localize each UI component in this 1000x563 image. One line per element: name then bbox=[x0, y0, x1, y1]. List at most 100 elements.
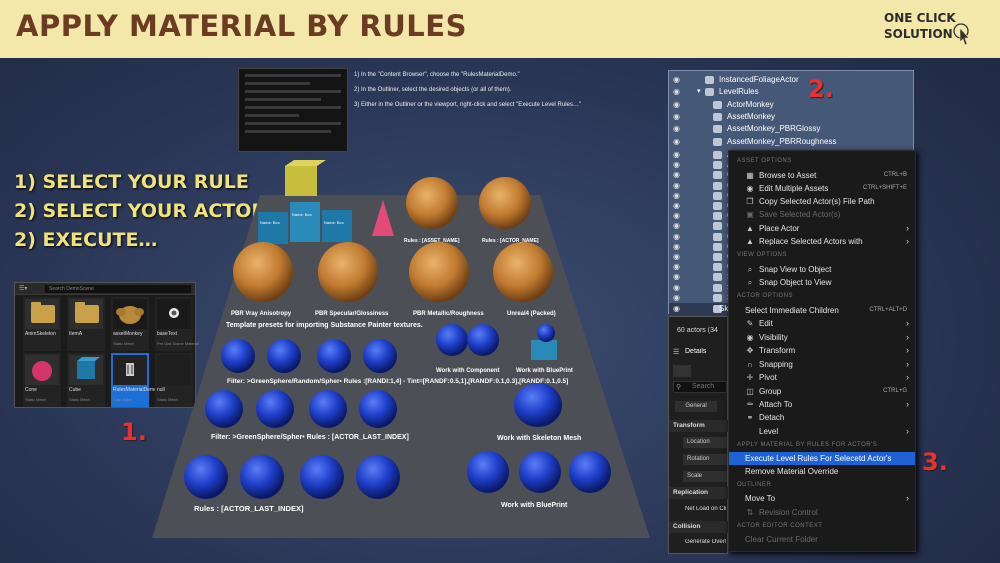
menu-visibility[interactable]: ◉ Visibility › bbox=[729, 331, 915, 344]
menu-edit-multiple-assets[interactable]: ◉ Edit Multiple Assets CTRL+SHIFT+E bbox=[729, 182, 915, 195]
asset-type: Data Table bbox=[113, 397, 133, 402]
outliner-row-label: Sk bbox=[719, 304, 729, 313]
menu-detach[interactable]: ⚭ Detach bbox=[729, 411, 915, 424]
outliner-row-label: LevelRules bbox=[719, 87, 759, 96]
snap-icon: ⌕ bbox=[747, 278, 753, 287]
collision-header[interactable]: Collision bbox=[673, 523, 733, 530]
menu-label: Visibility bbox=[759, 333, 788, 342]
asset-name: assetMonkey bbox=[113, 331, 143, 337]
cone-pink bbox=[372, 200, 394, 236]
rotation-dropdown[interactable]: Rotation bbox=[683, 454, 727, 465]
menu-place-actor[interactable]: ▲ Place Actor › bbox=[729, 222, 915, 235]
work-blueprint-bottom-label: Work with BluePrint bbox=[501, 502, 568, 509]
menu-snap-object-to-view[interactable]: ⌕ Snap Object to View bbox=[729, 276, 915, 289]
filter-random-label: Filter: >GreenSphere/Random/Spher• Rules… bbox=[227, 378, 569, 385]
outliner-row-assetmonkey-pbrglossy[interactable]: ◉ AssetMonkey_PBRGlossy bbox=[669, 123, 915, 135]
location-dropdown[interactable]: Location bbox=[683, 437, 727, 448]
save-icon: ▣ bbox=[746, 210, 754, 219]
section-actor-editor-context: ACTOR EDITOR CONTEXT bbox=[737, 523, 823, 529]
sphere-blue bbox=[309, 390, 347, 428]
outliner-row-instancedfoliageactor[interactable]: ◉ InstancedFoliageActor bbox=[669, 74, 915, 86]
step-1: 1) SELECT YOUR RULE bbox=[14, 171, 249, 193]
menu-attach-to[interactable]: ⚰ Attach To › bbox=[729, 398, 915, 411]
mesh-actor-icon bbox=[713, 125, 722, 133]
visibility-eye-icon[interactable]: ◉ bbox=[673, 99, 680, 111]
visibility-eye-icon[interactable]: ◉ bbox=[673, 136, 680, 148]
instruction-3: 3) Either in the Outliner or the viewpor… bbox=[354, 102, 582, 108]
datatable-thumb bbox=[113, 355, 147, 385]
mesh-actor-icon bbox=[713, 181, 722, 190]
cone-shape-icon bbox=[32, 361, 52, 381]
menu-replace-actors[interactable]: ▲ Replace Selected Actors with › bbox=[729, 235, 915, 248]
content-browser-toolbar: ☰▾ Search DemoScene bbox=[15, 283, 195, 295]
menu-execute-level-rules[interactable]: Execute Level Rules For Selecetd Actor's bbox=[729, 452, 915, 465]
menu-select-immediate-children[interactable]: Select Immediate Children CTRL+ALT+D bbox=[729, 304, 915, 317]
menu-label: Detach bbox=[759, 413, 785, 422]
work-blueprint-label: Work with BluePrint bbox=[516, 368, 573, 374]
outliner-row-levelrules[interactable]: ◉ ▾ LevelRules bbox=[669, 86, 915, 98]
replication-header[interactable]: Replication bbox=[673, 489, 733, 496]
menu-browse-to-asset[interactable]: ▦ Browse to Asset CTRL+B bbox=[729, 169, 915, 182]
sphere-blue bbox=[256, 390, 294, 428]
menu-edit[interactable]: ✎ Edit › bbox=[729, 317, 915, 330]
asset-tile-null[interactable]: null Static Mesh bbox=[155, 353, 193, 407]
menu-label: Pivot bbox=[759, 373, 777, 382]
copy-icon: ❐ bbox=[746, 197, 754, 206]
step-marker-2: 2. bbox=[808, 75, 834, 103]
asset-tile-animskeleton[interactable]: AnimSkeleton bbox=[23, 297, 61, 351]
mesh-actor-icon bbox=[713, 191, 722, 200]
sphere-blue bbox=[317, 339, 351, 373]
title-banner: APPLY MATERIAL BY RULES ONE CLICK SOLUTI… bbox=[0, 0, 1000, 58]
scale-dropdown[interactable]: Scale bbox=[683, 471, 727, 482]
outliner-row-assetmonkey-pbrroughness[interactable]: ◉ AssetMonkey_PBRRoughness bbox=[669, 136, 915, 148]
asset-tile-rulesmaterialdemo[interactable]: RulesMaterialDemo Data Table bbox=[111, 353, 157, 407]
chevron-right-icon: › bbox=[906, 399, 909, 409]
menu-pivot[interactable]: ✛ Pivot › bbox=[729, 371, 915, 384]
details-icon: ☰ bbox=[673, 349, 680, 356]
section-outliner: OUTLINER bbox=[737, 482, 772, 488]
section-asset-options: ASSET OPTIONS bbox=[737, 158, 792, 164]
filter-icon[interactable]: ☰▾ bbox=[19, 285, 27, 292]
box-label: Name: Box bbox=[260, 220, 280, 225]
asset-tile-assetmonkey[interactable]: assetMonkey Static Mesh bbox=[111, 297, 149, 351]
menu-transform[interactable]: ✥ Transform › bbox=[729, 344, 915, 357]
menu-snap-view-to-object[interactable]: ⌕ Snap View to Object bbox=[729, 263, 915, 276]
outliner-row-assetmonkey[interactable]: ◉ AssetMonkey bbox=[669, 111, 915, 123]
visibility-eye-icon[interactable]: ◉ bbox=[673, 292, 680, 304]
chevron-right-icon: › bbox=[906, 318, 909, 328]
general-tab[interactable]: General bbox=[675, 401, 717, 412]
menu-copy-file-path[interactable]: ❐ Copy Selected Actor(s) File Path bbox=[729, 195, 915, 208]
details-search-input[interactable]: ⚲ Search bbox=[673, 381, 727, 393]
outliner-row-actormonkey[interactable]: ◉ ActorMonkey bbox=[669, 99, 915, 111]
asset-tile-basetext[interactable]: baseText Pre Dist Scene Material bbox=[155, 297, 199, 351]
visibility-eye-icon[interactable]: ◉ bbox=[673, 303, 680, 315]
outliner-row-label: ActorMonkey bbox=[727, 100, 774, 109]
visibility-eye-icon[interactable]: ◉ bbox=[673, 74, 680, 86]
outliner-row-label: AssetMonkey_PBRGlossy bbox=[727, 124, 821, 133]
magnet-icon: ∩ bbox=[747, 360, 753, 369]
menu-group[interactable]: ◫ Group CTRL+G bbox=[729, 385, 915, 398]
menu-remove-material-override[interactable]: Remove Material Override bbox=[729, 465, 915, 478]
asset-tile-cube[interactable]: Cube Static Mesh bbox=[67, 353, 105, 407]
menu-label: Revision Control bbox=[759, 508, 818, 517]
sphere-blue bbox=[467, 324, 499, 356]
mesh-actor-icon bbox=[713, 151, 722, 159]
asset-tile-cone[interactable]: Cone Static Mesh bbox=[23, 353, 61, 407]
visibility-eye-icon[interactable]: ◉ bbox=[673, 123, 680, 135]
mesh-actor-icon bbox=[713, 263, 722, 272]
sphere-blue bbox=[363, 339, 397, 373]
sphere-blue bbox=[436, 324, 468, 356]
menu-level[interactable]: Level › bbox=[729, 425, 915, 438]
visibility-eye-icon[interactable]: ◉ bbox=[673, 86, 680, 98]
asset-tile-itema[interactable]: ItemA bbox=[67, 297, 105, 351]
asset-type: Pre Dist Scene Material bbox=[157, 341, 200, 346]
content-browser-search-input[interactable]: Search DemoScene bbox=[45, 285, 191, 293]
transform-header[interactable]: Transform bbox=[673, 422, 733, 429]
visibility-eye-icon[interactable]: ◉ bbox=[673, 111, 680, 123]
menu-label: Select Immediate Children bbox=[745, 306, 839, 315]
menu-snapping[interactable]: ∩ Snapping › bbox=[729, 358, 915, 371]
chevron-right-icon: › bbox=[906, 332, 909, 342]
menu-label: Snapping bbox=[759, 360, 793, 369]
expand-arrow-icon[interactable]: ▾ bbox=[697, 86, 701, 98]
menu-move-to[interactable]: Move To › bbox=[729, 492, 915, 505]
